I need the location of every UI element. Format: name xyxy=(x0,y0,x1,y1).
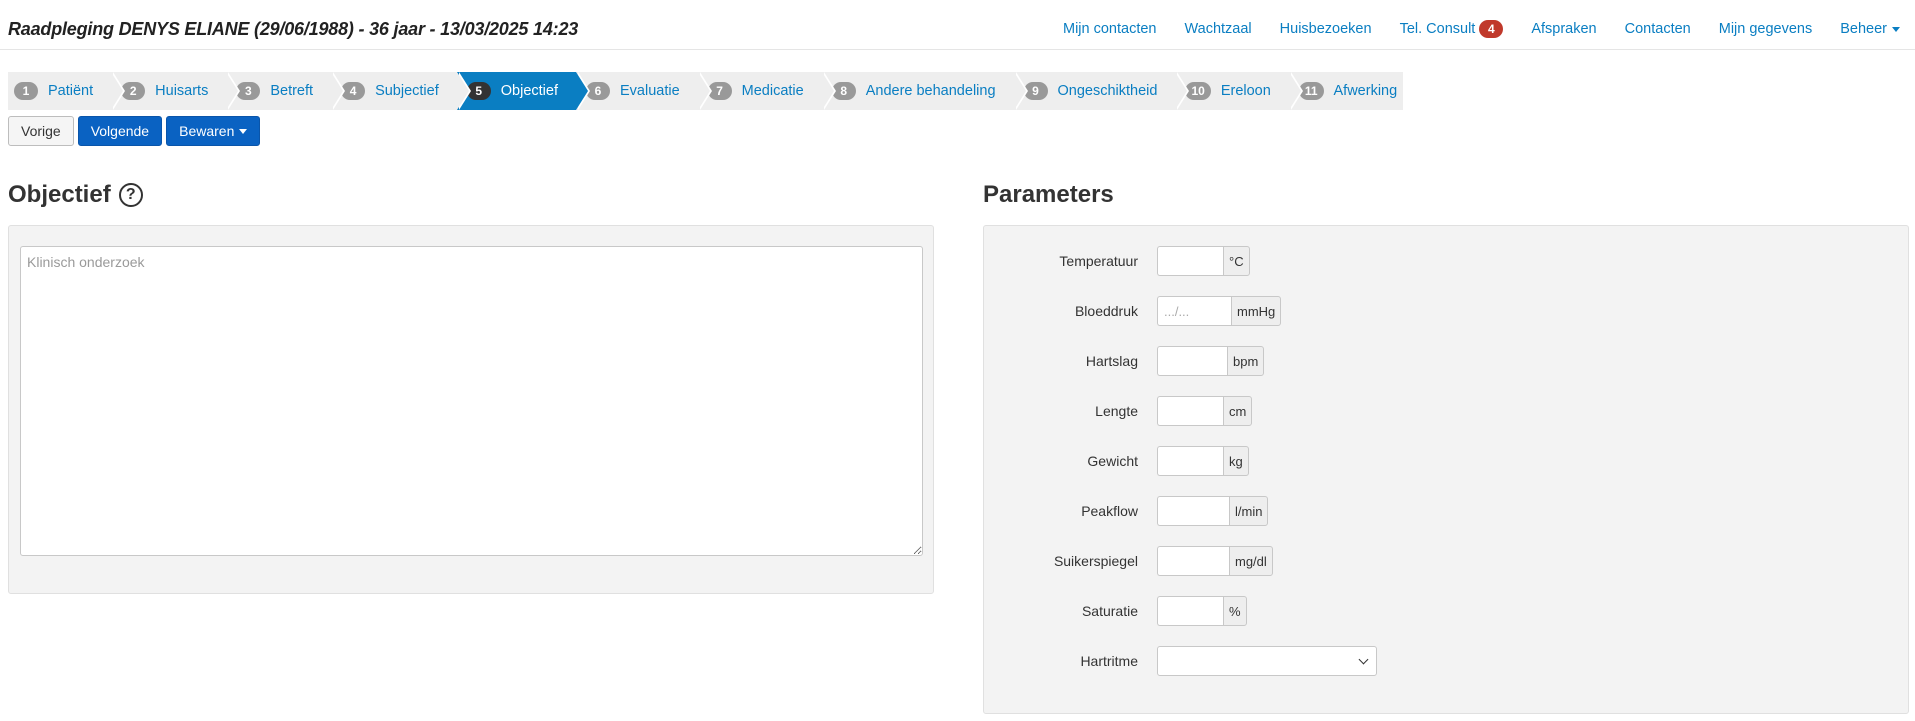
objectief-heading: Objectief ? xyxy=(8,181,143,209)
step-number: 1 xyxy=(14,82,38,100)
bloeddruk-label: Bloeddruk xyxy=(1074,303,1138,319)
peakflow-input-group: l/min xyxy=(1157,496,1269,526)
save-button-label: Bewaren xyxy=(179,123,235,139)
hartritme-label: Hartritme xyxy=(1080,653,1138,669)
objectief-title: Objectief xyxy=(8,181,111,208)
suikerspiegel-input[interactable] xyxy=(1157,546,1229,576)
nav-tel-consult-label: Tel. Consult xyxy=(1399,21,1476,37)
nav-wachtzaal[interactable]: Wachtzaal xyxy=(1185,20,1252,38)
previous-button[interactable]: Vorige xyxy=(8,116,74,146)
gewicht-label: Gewicht xyxy=(1087,453,1138,469)
step-label: Ongeschiktheid xyxy=(1057,83,1158,99)
param-row-gewicht: Gewicht kg xyxy=(984,446,1249,476)
step-patient[interactable]: 1 Patiënt xyxy=(8,72,126,110)
hartritme-select[interactable] xyxy=(1157,646,1377,676)
wizard-actions: Vorige Volgende Bewaren xyxy=(8,116,261,146)
lengte-input[interactable] xyxy=(1157,396,1223,426)
step-label: Patiënt xyxy=(48,83,94,99)
saturatie-label: Saturatie xyxy=(1081,603,1138,619)
page-title: Raadpleging DENYS ELIANE (29/06/1988) - … xyxy=(8,19,579,39)
lengte-input-group: cm xyxy=(1157,396,1253,426)
param-row-temperatuur: Temperatuur °C xyxy=(984,246,1250,276)
peakflow-unit: l/min xyxy=(1229,496,1269,526)
nav-huisbezoeken[interactable]: Huisbezoeken xyxy=(1280,20,1372,38)
hartslag-label: Hartslag xyxy=(1085,353,1138,369)
saturatie-input-group: % xyxy=(1157,596,1247,626)
nav-contacten[interactable]: Contacten xyxy=(1625,20,1691,38)
nav-mijn-gegevens[interactable]: Mijn gegevens xyxy=(1719,20,1813,38)
hartslag-input[interactable] xyxy=(1157,346,1227,376)
peakflow-input[interactable] xyxy=(1157,496,1229,526)
save-button[interactable]: Bewaren xyxy=(166,116,261,146)
suikerspiegel-unit: mg/dl xyxy=(1229,546,1273,576)
parameters-heading: Parameters xyxy=(983,181,1114,209)
step-label: Andere behandeling xyxy=(865,83,996,99)
step-betreft[interactable]: 3 Betreft xyxy=(226,72,345,110)
gewicht-input-group: kg xyxy=(1157,446,1249,476)
param-row-bloeddruk: Bloeddruk mmHg xyxy=(984,296,1282,326)
suikerspiegel-label: Suikerspiegel xyxy=(1053,553,1138,569)
step-huisarts[interactable]: 2 Huisarts xyxy=(111,72,241,110)
param-row-hartritme: Hartritme xyxy=(984,646,1377,676)
step-evaluatie[interactable]: 6 Evaluatie xyxy=(575,72,712,110)
bloeddruk-unit: mmHg xyxy=(1231,296,1282,326)
parameters-title: Parameters xyxy=(983,181,1114,208)
step-subjectief[interactable]: 4 Subjectief xyxy=(331,72,471,110)
step-ongeschiktheid[interactable]: 9 Ongeschiktheid xyxy=(1013,72,1190,110)
tel-consult-count-badge: 4 xyxy=(1479,20,1504,38)
chevron-down-icon xyxy=(1358,654,1369,665)
gewicht-unit: kg xyxy=(1223,446,1249,476)
step-label: Medicatie xyxy=(741,83,804,99)
param-row-suikerspiegel: Suikerspiegel mg/dl xyxy=(984,546,1273,576)
step-label: Huisarts xyxy=(155,83,209,99)
step-label: Afwerking xyxy=(1333,83,1398,99)
nav-afspraken[interactable]: Afspraken xyxy=(1531,20,1596,38)
param-row-saturatie: Saturatie % xyxy=(984,596,1247,626)
param-row-hartslag: Hartslag bpm xyxy=(984,346,1265,376)
param-row-lengte: Lengte cm xyxy=(984,396,1253,426)
lengte-unit: cm xyxy=(1223,396,1253,426)
nav-tel-consult[interactable]: Tel. Consult 4 xyxy=(1400,20,1504,38)
step-label: Evaluatie xyxy=(619,83,680,99)
hartslag-unit: bpm xyxy=(1227,346,1265,376)
temperatuur-unit: °C xyxy=(1223,246,1250,276)
step-andere-behandeling[interactable]: 8 Andere behandeling xyxy=(821,72,1028,110)
temperatuur-input[interactable] xyxy=(1157,246,1223,276)
step-medicatie[interactable]: 7 Medicatie xyxy=(697,72,836,110)
top-bar: Raadpleging DENYS ELIANE (29/06/1988) - … xyxy=(0,0,1915,50)
step-label: Subjectief xyxy=(375,83,439,99)
step-afwerking[interactable]: 11 Afwerking xyxy=(1288,72,1404,110)
next-button[interactable]: Volgende xyxy=(77,116,163,146)
step-label: Betreft xyxy=(270,83,314,99)
step-label: Objectief xyxy=(500,83,558,99)
clinical-exam-textarea[interactable] xyxy=(20,246,923,556)
temperatuur-label: Temperatuur xyxy=(1059,253,1138,269)
nav-beheer[interactable]: Beheer xyxy=(1840,20,1900,38)
step-ereloon[interactable]: 10 Ereloon xyxy=(1175,72,1304,110)
top-navigation: Mijn contacten Wachtzaal Huisbezoeken Te… xyxy=(1035,20,1900,38)
parameters-panel: Temperatuur °C Bloeddruk mmHg Hartslag b… xyxy=(983,225,1909,714)
bloeddruk-input-group: mmHg xyxy=(1157,296,1282,326)
step-objectief[interactable]: 5 Objectief xyxy=(456,72,591,110)
saturatie-input[interactable] xyxy=(1157,596,1223,626)
lengte-label: Lengte xyxy=(1095,403,1138,419)
bloeddruk-input[interactable] xyxy=(1157,296,1231,326)
param-row-peakflow: Peakflow l/min xyxy=(984,496,1269,526)
help-icon[interactable]: ? xyxy=(118,183,143,207)
step-label: Ereloon xyxy=(1220,83,1271,99)
gewicht-input[interactable] xyxy=(1157,446,1223,476)
wizard-steps: 1 Patiënt 2 Huisarts 3 Betreft 4 Subject… xyxy=(8,72,1404,110)
saturatie-unit: % xyxy=(1223,596,1247,626)
caret-down-icon xyxy=(239,128,248,134)
peakflow-label: Peakflow xyxy=(1081,503,1138,519)
suikerspiegel-input-group: mg/dl xyxy=(1157,546,1273,576)
temperatuur-input-group: °C xyxy=(1157,246,1250,276)
caret-down-icon xyxy=(1892,26,1900,32)
objectief-panel xyxy=(8,225,934,594)
nav-mijn-contacten[interactable]: Mijn contacten xyxy=(1063,20,1157,38)
hartslag-input-group: bpm xyxy=(1157,346,1265,376)
nav-beheer-label: Beheer xyxy=(1840,21,1887,37)
